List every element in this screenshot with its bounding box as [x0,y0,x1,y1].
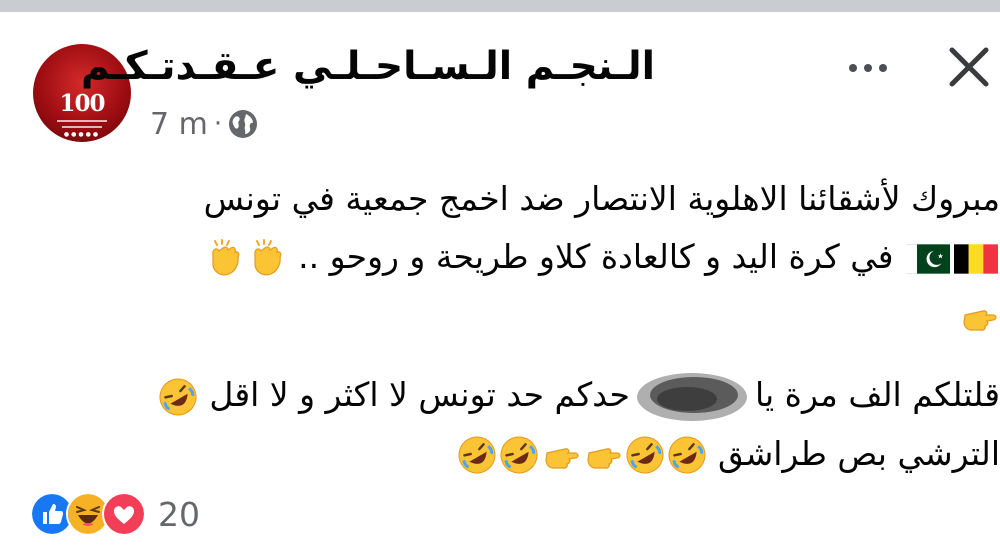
post-time[interactable]: 7 m [150,107,208,142]
pakistan-flag-icon [906,242,950,276]
post-text: مبروك لأشقائنا الاهلوية الانتصار ضد اخمج… [20,170,1000,483]
more-dot-icon [879,64,887,72]
post-line-text: حدكم حد تونس لا اكثر و لا اقل [209,375,630,414]
pointing-hand-icon [583,435,623,475]
rolling-laughing-icon [667,435,707,475]
rolling-laughing-icon [158,377,198,417]
redacted-blur [632,369,752,425]
more-dot-icon [864,64,872,72]
post-line: الترشي بص طراشق [20,425,1000,483]
clapping-hands-icon [247,238,287,279]
post-line-text: قلتلكم الف مرة يا [754,375,1000,414]
meta-separator: · [213,109,223,139]
reactions-summary[interactable]: 20 [30,492,200,536]
rolling-laughing-icon [457,435,497,475]
post-line: قلتلكم الف مرة يا حدكم حد تونس لا اكثر و… [20,366,1000,425]
post-line: في كرة اليد و كالعادة كلاو طريحة و روحو … [20,228,1000,286]
post-line: مبروك لأشقائنا الاهلوية الانتصار ضد اخمج… [203,179,1000,218]
close-icon[interactable] [944,44,994,92]
page-name[interactable]: الـنجـم الـسـاحـلـي عـقـدتـكـم [81,44,655,90]
post-line [20,286,1000,344]
more-options-button[interactable] [838,48,898,88]
pointing-hand-icon [541,435,581,475]
pointing-hand-icon [959,297,999,337]
post-meta: 7 m · [150,104,258,144]
belgium-flag-icon [954,242,998,276]
rolling-laughing-icon [625,435,665,475]
post-line-text: الترشي بص طراشق [718,433,1000,473]
post-line-text: في كرة اليد و كالعادة كلاو طريحة و روحو … [298,237,894,276]
top-divider [0,0,1000,12]
rolling-laughing-icon [499,435,539,475]
clapping-hands-icon [205,238,245,279]
more-dot-icon [849,64,857,72]
love-icon [102,492,146,536]
avatar-logo-text: 100 [59,90,105,117]
globe-icon [229,110,258,138]
reaction-count: 20 [158,494,200,534]
